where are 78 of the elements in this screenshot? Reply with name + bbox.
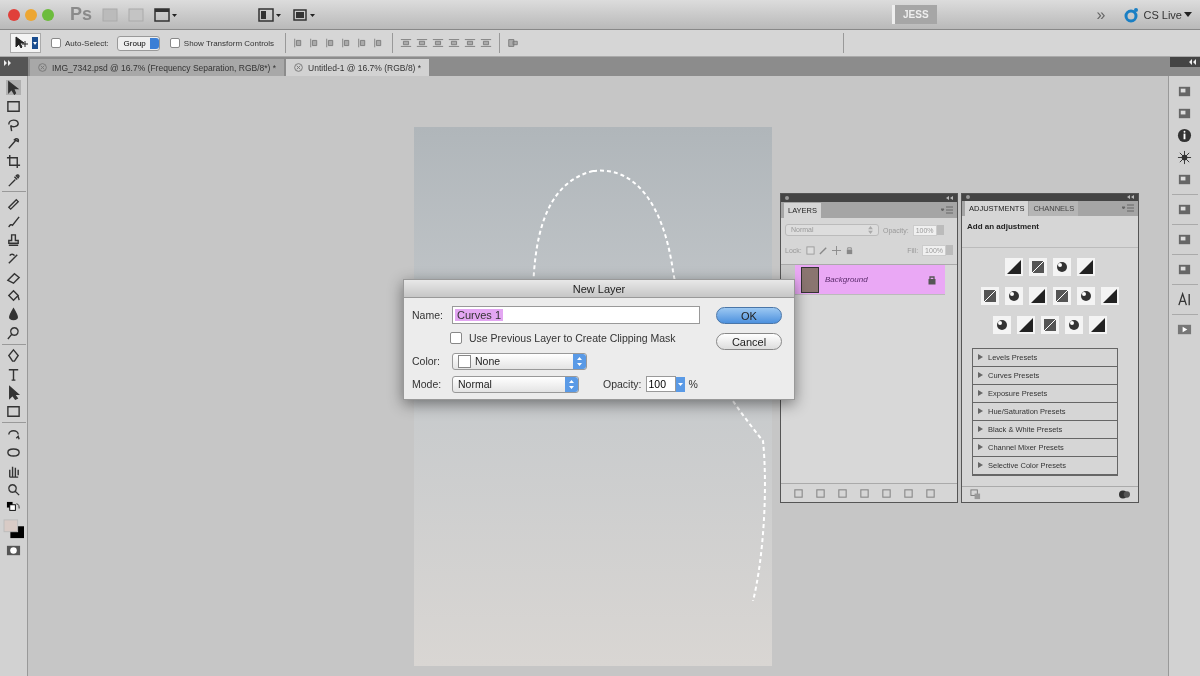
disclosure-triangle-icon (978, 390, 983, 397)
name-field[interactable]: Curves 1 (452, 306, 700, 324)
zoom-tool-icon[interactable] (6, 482, 21, 497)
dialog-button[interactable]: OK (716, 307, 782, 324)
crop-tool-icon[interactable] (6, 154, 21, 169)
disclosure-triangle-icon (978, 462, 983, 469)
visibility-icon[interactable] (1119, 488, 1130, 500)
navigator-icon[interactable] (1177, 150, 1192, 165)
arrange-documents-icon[interactable] (258, 7, 283, 22)
auto-select-label: Auto-Select: (65, 38, 109, 48)
disclosure-triangle-icon (978, 444, 983, 451)
cs-live-icon[interactable] (1123, 6, 1140, 23)
show-transform-controls-label: Show Transform Controls (183, 38, 275, 48)
disclosure-triangle-icon (978, 408, 983, 415)
opacity-dropdown-button[interactable] (675, 376, 685, 392)
opacity-field[interactable]: 100 (645, 376, 676, 392)
panel-heading: Add an adjustment (962, 215, 1138, 248)
stepper-arrows-icon (573, 353, 586, 369)
stepper-arrows-icon (565, 376, 578, 392)
character-icon[interactable] (1177, 292, 1192, 307)
color-label: Color: (412, 355, 441, 367)
clip-to-layer-icon[interactable] (970, 488, 981, 500)
move-tool-icon[interactable] (6, 80, 21, 95)
layer-row[interactable]: Background (781, 265, 945, 295)
layer-name: Background (825, 275, 868, 284)
collapse-toolbar-icon[interactable] (0, 57, 28, 76)
screen-mode-icon[interactable] (292, 7, 317, 22)
lasso-tool-icon[interactable] (6, 117, 21, 132)
path-selection-tool-icon[interactable] (6, 385, 21, 400)
pen-tool-icon[interactable] (6, 348, 21, 363)
dodge-tool-icon[interactable] (6, 325, 21, 340)
marquee-tool-icon[interactable] (6, 98, 21, 114)
clipping-mask-checkbox[interactable] (450, 332, 462, 344)
auto-select-dropdown[interactable]: Group (116, 35, 160, 51)
dialog-button[interactable]: Cancel (716, 333, 782, 350)
fill-slider-button[interactable] (946, 245, 953, 255)
document-tab[interactable]: Untitled-1 @ 16.7% (RGB/8) * (286, 59, 430, 76)
cs-live-menu[interactable]: CS Live (1143, 8, 1182, 21)
clipping-mask-label: Use Previous Layer to Create Clipping Mask (469, 332, 676, 344)
collapse-dock-icon[interactable] (1170, 57, 1200, 67)
caret-icon (32, 37, 38, 49)
close-tab-icon[interactable] (294, 63, 304, 72)
paint-bucket-tool-icon[interactable] (6, 288, 21, 303)
color-dropdown[interactable]: None (452, 352, 587, 370)
name-label: Name: (412, 309, 444, 321)
opacity-slider-button[interactable] (936, 225, 944, 235)
blur-tool-icon[interactable] (6, 306, 21, 322)
document-tab[interactable]: IMG_7342.psd @ 16.7% (Frequency Separation, RGB/8*) * (30, 59, 285, 76)
auto-align-icon[interactable] (507, 37, 520, 49)
collapse-panel-icon[interactable] (945, 196, 953, 200)
close-window-button[interactable] (8, 8, 20, 21)
clone-stamp-tool-icon[interactable] (6, 232, 21, 248)
stepper-arrows-icon (868, 226, 873, 234)
mode-dropdown[interactable]: Normal (452, 375, 579, 393)
view-extras-icon[interactable] (154, 7, 179, 22)
disclosure-triangle-icon (978, 426, 983, 433)
play-icon[interactable] (1177, 322, 1192, 337)
percent-label: % (688, 378, 698, 390)
brush-tool-icon[interactable] (6, 214, 21, 229)
move-tool-icon (14, 36, 30, 50)
type-tool-icon[interactable] (6, 366, 21, 382)
dialog-title: New Layer (404, 280, 794, 298)
color-swatches-icon[interactable] (2, 519, 25, 539)
quick-selection-tool-icon[interactable] (6, 135, 21, 151)
show-transform-controls-checkbox[interactable] (169, 38, 180, 48)
opacity-label: Opacity: (603, 378, 642, 390)
auto-select-checkbox[interactable] (51, 38, 61, 48)
info-icon[interactable] (1177, 128, 1192, 143)
mode-label: Mode: (412, 378, 443, 390)
app-logo: Ps (70, 4, 93, 25)
eyedropper-tool-icon[interactable] (6, 172, 21, 188)
caret-icon[interactable] (1184, 12, 1192, 17)
disclosure-triangle-icon (978, 372, 983, 379)
layer-thumbnail (801, 266, 819, 293)
disclosure-triangle-icon (978, 354, 983, 361)
more-workspaces-button[interactable]: » (1096, 5, 1106, 24)
tool-preset-picker[interactable] (10, 33, 41, 53)
rectangle-tool-icon[interactable] (6, 403, 21, 419)
